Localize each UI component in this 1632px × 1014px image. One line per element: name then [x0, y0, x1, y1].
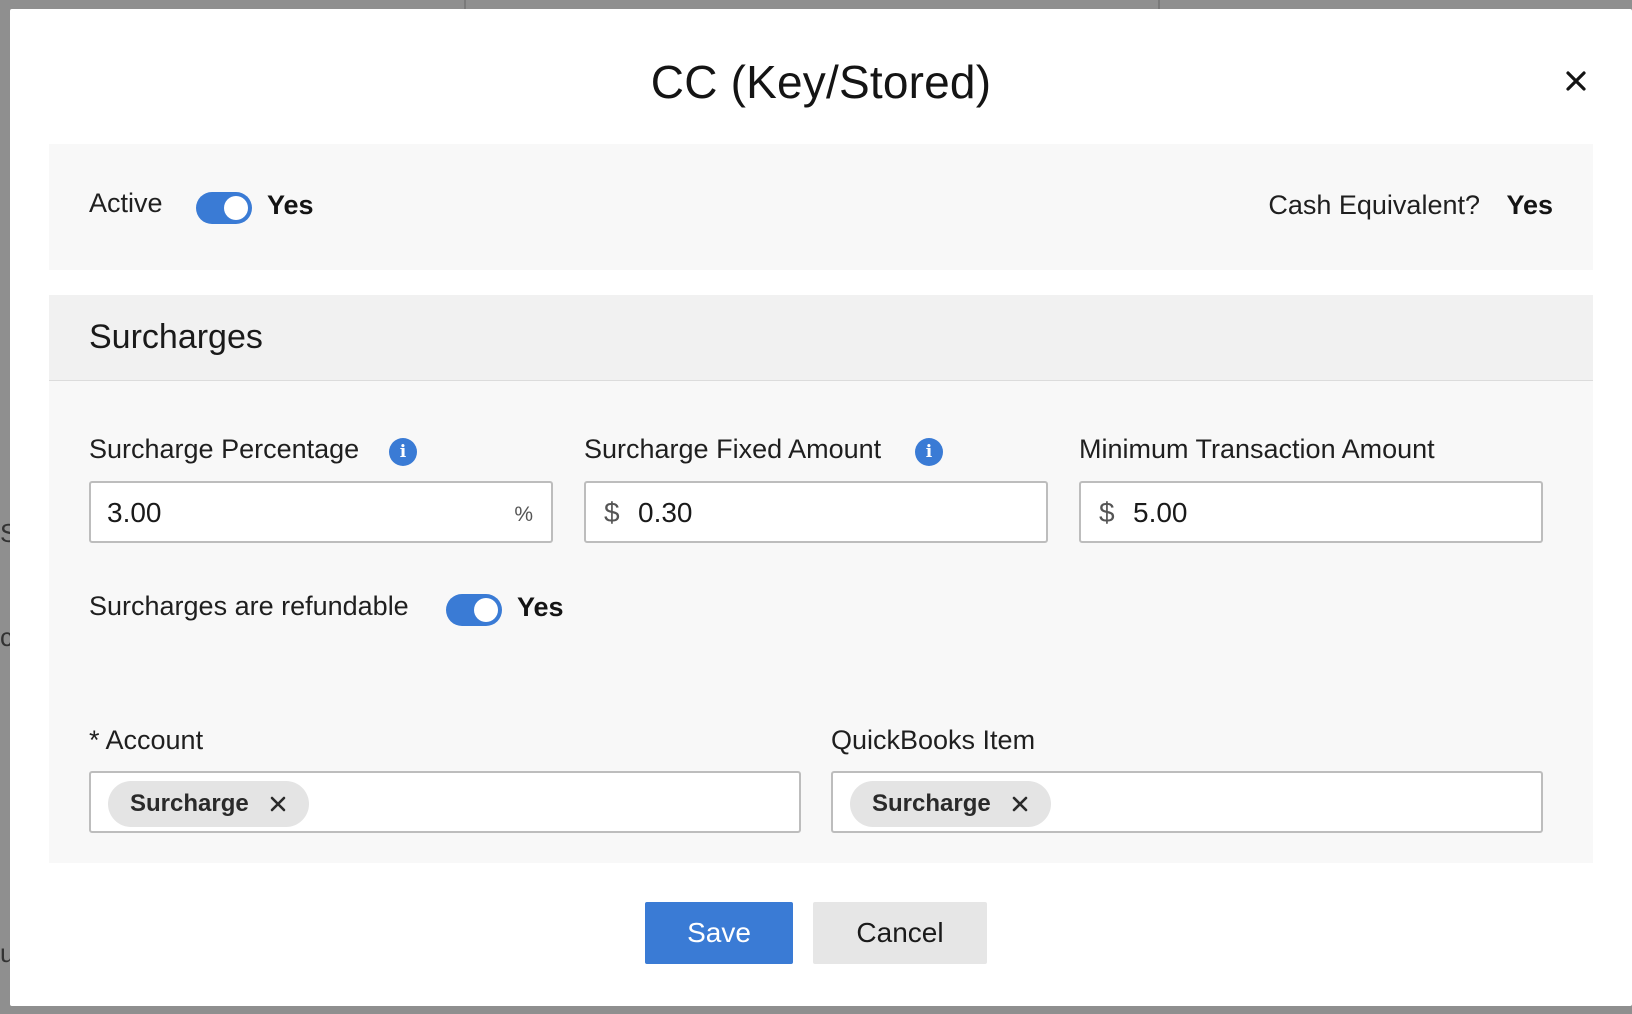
surcharges-refundable-value: Yes: [517, 592, 564, 622]
backdrop-divider: [1158, 0, 1160, 9]
surcharge-percentage-input[interactable]: 3.00 %: [89, 481, 553, 543]
currency-prefix: $: [604, 497, 620, 528]
backdrop-divider: [464, 0, 466, 9]
percent-suffix: %: [514, 503, 533, 526]
surcharges-refundable-toggle[interactable]: [446, 594, 502, 626]
currency-prefix: $: [1099, 497, 1115, 528]
account-chip-label: Surcharge: [130, 790, 249, 817]
surcharge-percentage-label: Surcharge Percentage: [89, 434, 360, 464]
chip-remove-icon: [270, 796, 286, 812]
chip-remove-icon: [1012, 796, 1028, 812]
minimum-transaction-amount-value: 5.00: [1133, 497, 1188, 528]
toggle-knob: [474, 598, 498, 622]
minimum-transaction-amount-input[interactable]: $ 5.00: [1079, 481, 1543, 543]
surcharges-title: Surcharges: [89, 318, 263, 356]
modal-title: CC (Key/Stored): [650, 56, 992, 108]
surcharge-percentage-value: 3.00: [107, 497, 162, 528]
cash-equivalent-label: Cash Equivalent?: [1268, 190, 1480, 220]
surcharges-header: Surcharges: [49, 295, 1593, 381]
info-icon[interactable]: i: [389, 438, 417, 466]
quickbooks-item-label: QuickBooks Item: [831, 725, 1036, 755]
surcharge-fixed-amount-value: 0.30: [638, 497, 693, 528]
save-button[interactable]: Save: [645, 902, 793, 964]
account-chip: Surcharge: [108, 781, 309, 827]
cancel-button[interactable]: Cancel: [813, 902, 987, 964]
cash-equivalent-value: Yes: [1506, 190, 1553, 220]
surcharge-fixed-amount-input[interactable]: $ 0.30: [584, 481, 1048, 543]
close-button[interactable]: [1556, 61, 1596, 101]
payment-method-modal: CC (Key/Stored) Active Yes Cash Equivale…: [10, 9, 1632, 1006]
active-toggle[interactable]: [196, 192, 252, 224]
active-value: Yes: [267, 190, 314, 220]
minimum-transaction-amount-label: Minimum Transaction Amount: [1079, 434, 1435, 464]
chip-remove-button[interactable]: [267, 793, 289, 815]
quickbooks-item-select[interactable]: Surcharge: [831, 771, 1543, 833]
surcharges-refundable-label: Surcharges are refundable: [89, 591, 409, 621]
account-select[interactable]: Surcharge: [89, 771, 801, 833]
quickbooks-chip: Surcharge: [850, 781, 1051, 827]
account-label: * Account: [89, 725, 204, 755]
toggle-knob: [224, 196, 248, 220]
chip-remove-button[interactable]: [1009, 793, 1031, 815]
status-panel: Active Yes Cash Equivalent? Yes: [49, 144, 1593, 270]
surcharge-fixed-amount-label: Surcharge Fixed Amount: [584, 434, 882, 464]
active-label: Active: [89, 188, 163, 218]
close-icon: [1566, 71, 1586, 91]
quickbooks-chip-label: Surcharge: [872, 790, 991, 817]
surcharges-panel: Surcharges Surcharge Percentage i 3.00 %…: [49, 295, 1593, 863]
info-icon[interactable]: i: [915, 438, 943, 466]
